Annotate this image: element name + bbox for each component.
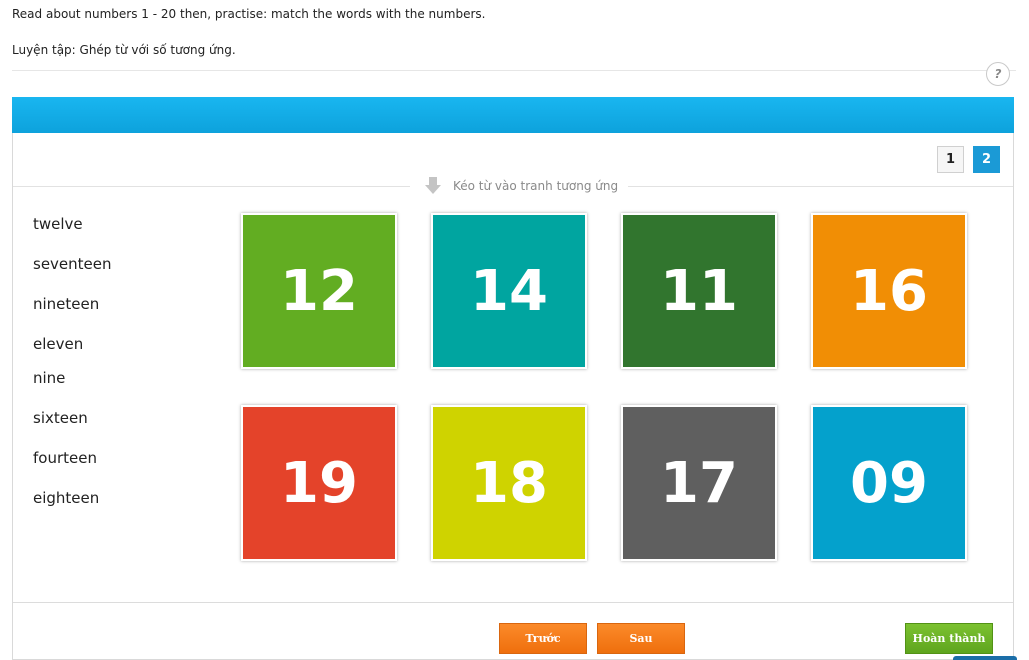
- next-button[interactable]: Sau: [597, 623, 685, 654]
- page-button-1[interactable]: 1: [937, 146, 964, 173]
- word-item[interactable]: sixteen: [33, 409, 88, 427]
- corner-tab: [953, 656, 1017, 660]
- number-tile[interactable]: 18: [431, 405, 587, 561]
- word-item[interactable]: nine: [33, 369, 65, 387]
- instruction-vietnamese: Luyện tập: Ghép từ với số tương ứng.: [12, 43, 236, 57]
- hint-divider-left: [13, 186, 410, 187]
- number-tile[interactable]: 14: [431, 213, 587, 369]
- instruction-english: Read about numbers 1 - 20 then, practise…: [12, 7, 486, 21]
- number-tile[interactable]: 19: [241, 405, 397, 561]
- drag-hint-text: Kéo từ vào tranh tương ứng: [453, 179, 619, 193]
- number-tile[interactable]: 09: [811, 405, 967, 561]
- word-item[interactable]: twelve: [33, 215, 83, 233]
- number-tile[interactable]: 12: [241, 213, 397, 369]
- arrow-down-icon: [425, 177, 441, 194]
- page-button-2[interactable]: 2: [973, 146, 1000, 173]
- top-divider: [12, 70, 1016, 71]
- word-item[interactable]: nineteen: [33, 295, 99, 313]
- hint-divider-right: [628, 186, 1013, 187]
- word-item[interactable]: eighteen: [33, 489, 99, 507]
- panel-header-bar: [12, 97, 1014, 133]
- word-item[interactable]: eleven: [33, 335, 83, 353]
- number-tile[interactable]: 16: [811, 213, 967, 369]
- drag-hint: Kéo từ vào tranh tương ứng: [424, 176, 618, 196]
- word-item[interactable]: seventeen: [33, 255, 112, 273]
- number-tile[interactable]: 11: [621, 213, 777, 369]
- help-button[interactable]: ?: [986, 62, 1010, 86]
- footer-divider: [13, 602, 1013, 603]
- number-tile[interactable]: 17: [621, 405, 777, 561]
- finish-button[interactable]: Hoàn thành: [905, 623, 993, 654]
- word-item[interactable]: fourteen: [33, 449, 97, 467]
- previous-button[interactable]: Trước: [499, 623, 587, 654]
